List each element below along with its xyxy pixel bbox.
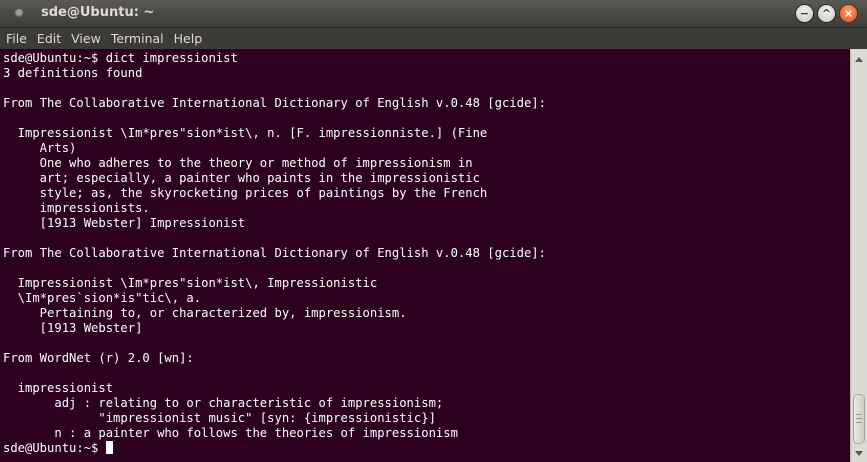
scrollbar-thumb[interactable]: [853, 394, 865, 444]
terminal-line: art; especially, a painter who paints in…: [3, 171, 480, 185]
menu-view[interactable]: View: [65, 31, 105, 46]
prompt-text: sde@Ubuntu:~$: [3, 441, 106, 455]
terminal-line: impressionist: [3, 381, 114, 395]
terminal-line: [1913 Webster]: [3, 321, 143, 335]
terminal-line: adj : relating to or characteristic of i…: [3, 396, 444, 410]
terminal-line: Arts): [3, 141, 77, 155]
terminal-window: sde@Ubuntu: ~ − ^ × File Edit View Termi…: [0, 0, 867, 462]
terminal-line: [1913 Webster] Impressionist: [3, 216, 246, 230]
terminal-text: sde@Ubuntu:~$ dict impressionist 3 defini…: [3, 51, 546, 456]
terminal-line: One who adheres to the theory or method …: [3, 156, 473, 170]
minimize-button[interactable]: −: [795, 4, 814, 23]
terminal-line: \Im*pres`sion*is"tic\, a.: [3, 291, 202, 305]
menu-help[interactable]: Help: [168, 31, 207, 46]
terminal-line: impressionists.: [3, 201, 150, 215]
terminal-output[interactable]: sde@Ubuntu:~$ dict impressionist 3 defini…: [0, 49, 850, 462]
close-button[interactable]: ×: [839, 4, 858, 23]
terminal-line: n : a painter who follows the theories o…: [3, 426, 458, 440]
vertical-scrollbar[interactable]: [850, 49, 867, 462]
menu-terminal[interactable]: Terminal: [105, 31, 168, 46]
window-menu-icon[interactable]: [15, 9, 23, 17]
window-controls: − ^ ×: [795, 4, 858, 23]
terminal-line: Pertaining to, or characterized by, impr…: [3, 306, 407, 320]
menu-file[interactable]: File: [0, 31, 31, 46]
terminal-line: style; as, the skyrocketing prices of pa…: [3, 186, 488, 200]
terminal-line: "impressionist music" [syn: {impressioni…: [3, 411, 436, 425]
grip-line: [856, 422, 862, 423]
scroll-up-arrow-icon[interactable]: [855, 57, 863, 62]
terminal-line: From The Collaborative International Dic…: [3, 96, 546, 110]
terminal-line: Impressionist \Im*pres"sion*ist\, n. [F.…: [3, 126, 488, 140]
terminal-line: sde@Ubuntu:~$ dict impressionist: [3, 51, 238, 65]
grip-line: [856, 418, 862, 419]
scroll-down-arrow-icon[interactable]: [855, 451, 863, 456]
maximize-button[interactable]: ^: [817, 4, 836, 23]
prompt-line[interactable]: sde@Ubuntu:~$: [3, 441, 546, 456]
terminal-line: From WordNet (r) 2.0 [wn]:: [3, 351, 194, 365]
window-title: sde@Ubuntu: ~: [41, 5, 155, 20]
menu-edit[interactable]: Edit: [31, 31, 65, 46]
title-bar[interactable]: sde@Ubuntu: ~ − ^ ×: [0, 0, 867, 28]
grip-line: [856, 414, 862, 415]
terminal-line: Impressionist \Im*pres"sion*ist\, Impres…: [3, 276, 378, 290]
menu-bar: File Edit View Terminal Help: [0, 28, 867, 49]
terminal-line: 3 definitions found: [3, 66, 143, 80]
terminal-line: From The Collaborative International Dic…: [3, 246, 546, 260]
text-cursor: [105, 441, 113, 454]
